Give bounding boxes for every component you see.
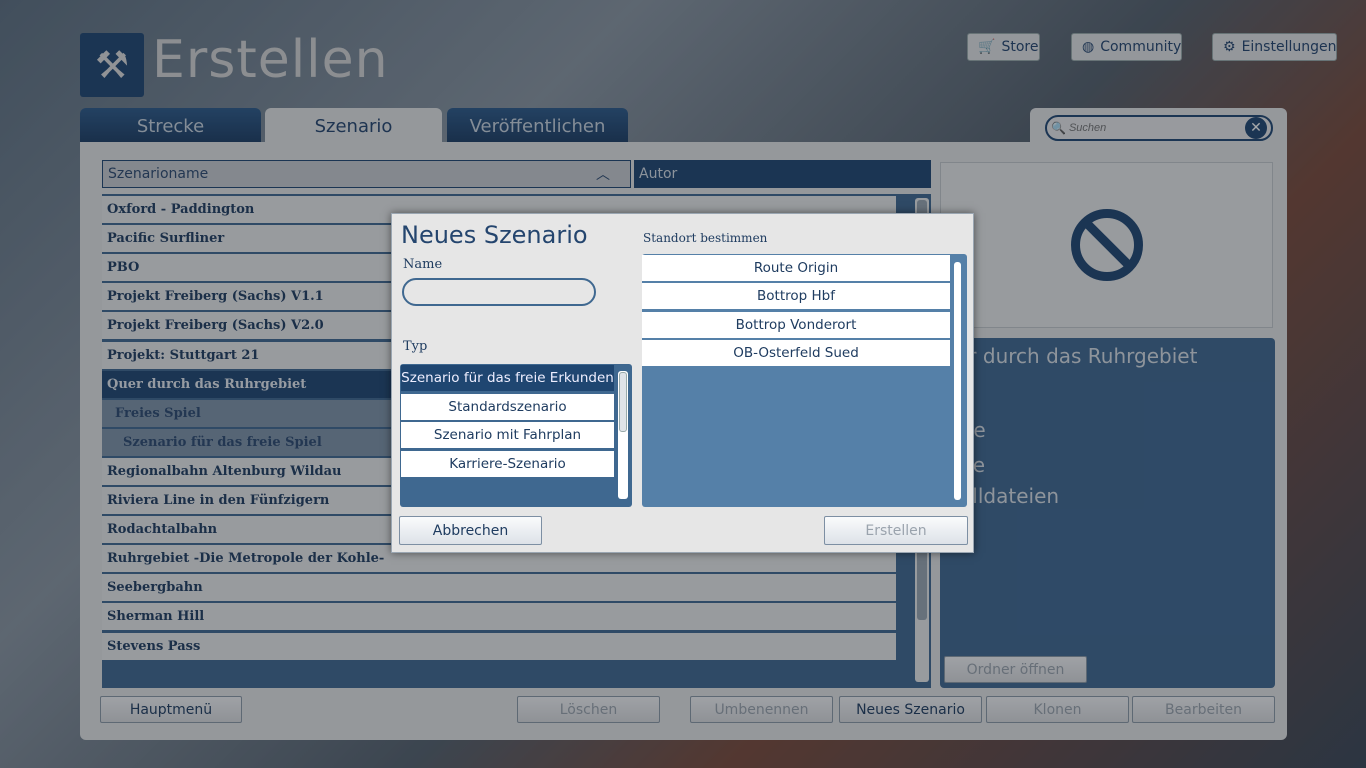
- type-option[interactable]: Standardszenario: [401, 394, 614, 420]
- type-label: Typ: [403, 339, 428, 354]
- location-option[interactable]: OB-Osterfeld Sued: [642, 340, 950, 366]
- create-button[interactable]: Erstellen: [824, 516, 968, 545]
- location-option[interactable]: Route Origin: [642, 255, 950, 281]
- type-option[interactable]: Karriere-Szenario: [401, 451, 614, 477]
- location-option[interactable]: Bottrop Vonderort: [642, 312, 950, 338]
- cancel-button[interactable]: Abbrechen: [399, 516, 542, 545]
- type-option[interactable]: Szenario für das freie Erkunden: [401, 365, 614, 391]
- name-input[interactable]: [402, 278, 596, 306]
- type-scrollbar[interactable]: [618, 371, 628, 499]
- type-option[interactable]: Szenario mit Fahrplan: [401, 422, 614, 448]
- location-scrollbar[interactable]: [954, 262, 961, 500]
- dialog-title: Neues Szenario: [401, 221, 588, 249]
- location-option[interactable]: Bottrop Hbf: [642, 283, 950, 309]
- new-scenario-dialog: Neues Szenario Name Typ Szenario für das…: [391, 213, 974, 553]
- location-label: Standort bestimmen: [643, 231, 768, 245]
- name-label: Name: [403, 257, 443, 272]
